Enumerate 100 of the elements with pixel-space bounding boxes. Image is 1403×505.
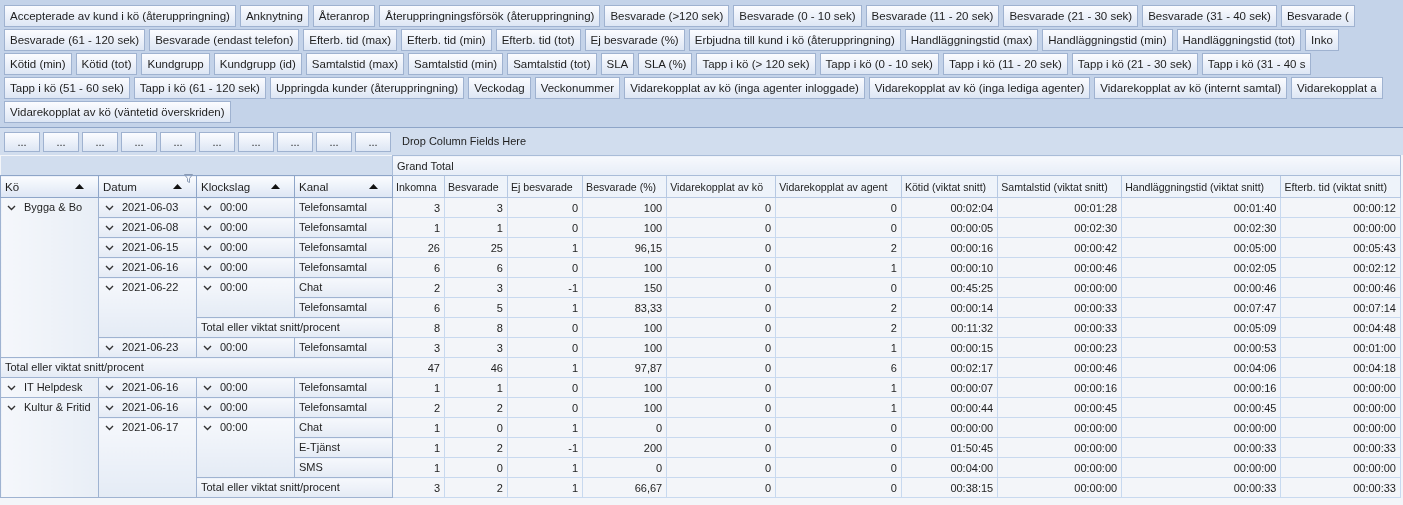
chevron-down-icon[interactable] xyxy=(105,264,114,271)
field-chip[interactable]: Veckonummer xyxy=(534,77,621,99)
row-header-label: 00:00 xyxy=(220,221,248,233)
field-chip[interactable]: Handläggningstid (max) xyxy=(904,29,1039,51)
field-chip[interactable]: Accepterade av kund i kö (återuppringning) xyxy=(4,5,236,27)
field-chip[interactable]: Anknytning xyxy=(239,5,309,27)
field-button[interactable]: ... xyxy=(43,131,79,152)
field-chip[interactable]: Uppringda kunder (återuppringning) xyxy=(269,77,465,99)
field-chip[interactable]: Efterb. tid (max) xyxy=(303,29,398,51)
chevron-down-icon[interactable] xyxy=(7,204,16,211)
field-button[interactable]: ... xyxy=(160,131,196,152)
field-chip[interactable]: Återanrop xyxy=(312,5,376,27)
field-chip[interactable]: Handläggningstid (min) xyxy=(1042,29,1173,51)
field-chip[interactable]: Efterb. tid (min) xyxy=(401,29,492,51)
chevron-down-icon[interactable] xyxy=(105,404,114,411)
field-chip[interactable]: Samtalstid (tot) xyxy=(507,53,597,75)
field-chip[interactable]: Tapp i kö (51 - 60 sek) xyxy=(4,77,130,99)
chevron-down-icon[interactable] xyxy=(203,404,212,411)
field-chip[interactable]: Vidarekopplat av kö (väntetid överskriden) xyxy=(4,101,231,123)
row-header-cell[interactable]: Bygga & Bo xyxy=(0,197,99,358)
field-chip[interactable]: Tapp i kö (31 - 40 s xyxy=(1201,53,1312,75)
chevron-down-icon[interactable] xyxy=(7,384,16,391)
sort-ascending-icon[interactable] xyxy=(369,184,378,189)
field-button[interactable]: ... xyxy=(199,131,235,152)
chevron-down-icon[interactable] xyxy=(203,284,212,291)
total-label: Total eller viktat snitt/procent xyxy=(0,357,393,378)
row-header-cell[interactable]: 00:00 xyxy=(196,417,295,478)
chevron-down-icon[interactable] xyxy=(105,344,114,351)
row-header-label: 2021-06-16 xyxy=(122,401,179,413)
field-button[interactable]: ... xyxy=(238,131,274,152)
chevron-down-icon[interactable] xyxy=(7,404,16,411)
field-chip[interactable]: Vidarekopplat av kö (inga agenter inloggade) xyxy=(624,77,865,99)
field-header[interactable]: Kanal xyxy=(294,175,393,198)
field-chip[interactable]: Besvarade (31 - 40 sek) xyxy=(1142,5,1277,27)
field-chip[interactable]: Vidarekopplat a xyxy=(1291,77,1383,99)
chevron-down-icon[interactable] xyxy=(203,264,212,271)
chevron-down-icon[interactable] xyxy=(203,424,212,431)
field-chip[interactable]: Kundgrupp (id) xyxy=(213,53,302,75)
field-chip[interactable]: Samtalstid (min) xyxy=(408,53,504,75)
chevron-down-icon[interactable] xyxy=(203,244,212,251)
chevron-down-icon[interactable] xyxy=(203,224,212,231)
row-header-cell[interactable]: Kultur & Fritid xyxy=(0,397,99,498)
field-button[interactable]: ... xyxy=(277,131,313,152)
row-header-cell[interactable]: IT Helpdesk xyxy=(0,377,99,398)
field-chip[interactable]: Besvarade (0 - 10 sek) xyxy=(733,5,862,27)
row-header-label: 2021-06-15 xyxy=(122,241,179,253)
field-chip[interactable]: Besvarade (21 - 30 sek) xyxy=(1003,5,1139,27)
chevron-down-icon[interactable] xyxy=(105,244,114,251)
field-chip[interactable]: Tapp i kö (> 120 sek) xyxy=(696,53,816,75)
row-header-label: 00:00 xyxy=(220,341,248,353)
field-chip[interactable]: SLA xyxy=(600,53,635,75)
chevron-down-icon[interactable] xyxy=(203,384,212,391)
field-chip[interactable]: Besvarade (endast telefon) xyxy=(149,29,300,51)
field-header[interactable]: Klockslag xyxy=(196,175,295,198)
chevron-down-icon[interactable] xyxy=(203,204,212,211)
field-chip[interactable]: Tapp i kö (11 - 20 sek) xyxy=(942,53,1068,75)
chevron-down-icon[interactable] xyxy=(105,384,114,391)
chevron-down-icon[interactable] xyxy=(105,204,114,211)
field-chip[interactable]: Besvarade (11 - 20 sek) xyxy=(865,5,1000,27)
chevron-down-icon[interactable] xyxy=(105,224,114,231)
chevron-down-icon[interactable] xyxy=(203,344,212,351)
field-chip[interactable]: Efterb. tid (tot) xyxy=(495,29,581,51)
sort-ascending-icon[interactable] xyxy=(75,184,84,189)
field-header[interactable]: Kö xyxy=(0,175,99,198)
field-chip[interactable]: Återuppringningsförsök (återuppringning) xyxy=(379,5,601,27)
field-button[interactable]: ... xyxy=(121,131,157,152)
field-button[interactable]: ... xyxy=(355,131,391,152)
chevron-down-icon[interactable] xyxy=(105,424,114,431)
field-chip[interactable]: Handläggningstid (tot) xyxy=(1176,29,1302,51)
row-header-cell[interactable]: 2021-06-22 xyxy=(98,277,197,338)
field-chip[interactable]: SLA (%) xyxy=(638,53,693,75)
field-chip[interactable]: Vidarekopplat av kö (internt samtal) xyxy=(1094,77,1288,99)
row-header-label: 2021-06-16 xyxy=(122,381,179,393)
field-button[interactable]: ... xyxy=(316,131,352,152)
field-button[interactable]: ... xyxy=(4,131,40,152)
chevron-down-icon[interactable] xyxy=(105,284,114,291)
row-header-label: 2021-06-08 xyxy=(122,221,179,233)
field-chip[interactable]: Kötid (min) xyxy=(4,53,72,75)
sort-ascending-icon[interactable] xyxy=(173,184,182,189)
field-chip[interactable]: Veckodag xyxy=(468,77,531,99)
field-chip[interactable]: Kundgrupp xyxy=(141,53,210,75)
field-chip[interactable]: Ej besvarade (%) xyxy=(584,29,685,51)
field-chip[interactable]: Kötid (tot) xyxy=(75,53,138,75)
field-chip[interactable]: Besvarade (61 - 120 sek) xyxy=(4,29,146,51)
row-header-cell[interactable]: 2021-06-17 xyxy=(98,417,197,498)
field-chip[interactable]: Inko xyxy=(1305,29,1339,51)
field-chip[interactable]: Erbjudna till kund i kö (återuppringning) xyxy=(688,29,901,51)
field-chip[interactable]: Tapp i kö (61 - 120 sek) xyxy=(133,77,266,99)
field-button[interactable]: ... xyxy=(82,131,118,152)
field-chip[interactable]: Besvarade (>120 sek) xyxy=(604,5,730,27)
column-header: Grand Total xyxy=(392,155,1401,176)
field-chip[interactable]: Besvarade ( xyxy=(1280,5,1355,27)
sort-ascending-icon[interactable] xyxy=(271,184,280,189)
field-chip[interactable]: Samtalstid (max) xyxy=(305,53,405,75)
column-header[interactable]: Handläggningstid (viktat snitt) xyxy=(1121,175,1281,198)
field-chip[interactable]: Tapp i kö (0 - 10 sek) xyxy=(819,53,939,75)
field-chip[interactable]: Vidarekopplat av kö (inga lediga agenter) xyxy=(868,77,1091,99)
row-header-cell[interactable]: 00:00 xyxy=(196,277,295,318)
field-chip[interactable]: Tapp i kö (21 - 30 sek) xyxy=(1071,53,1198,75)
field-header[interactable]: Datum xyxy=(98,175,197,198)
